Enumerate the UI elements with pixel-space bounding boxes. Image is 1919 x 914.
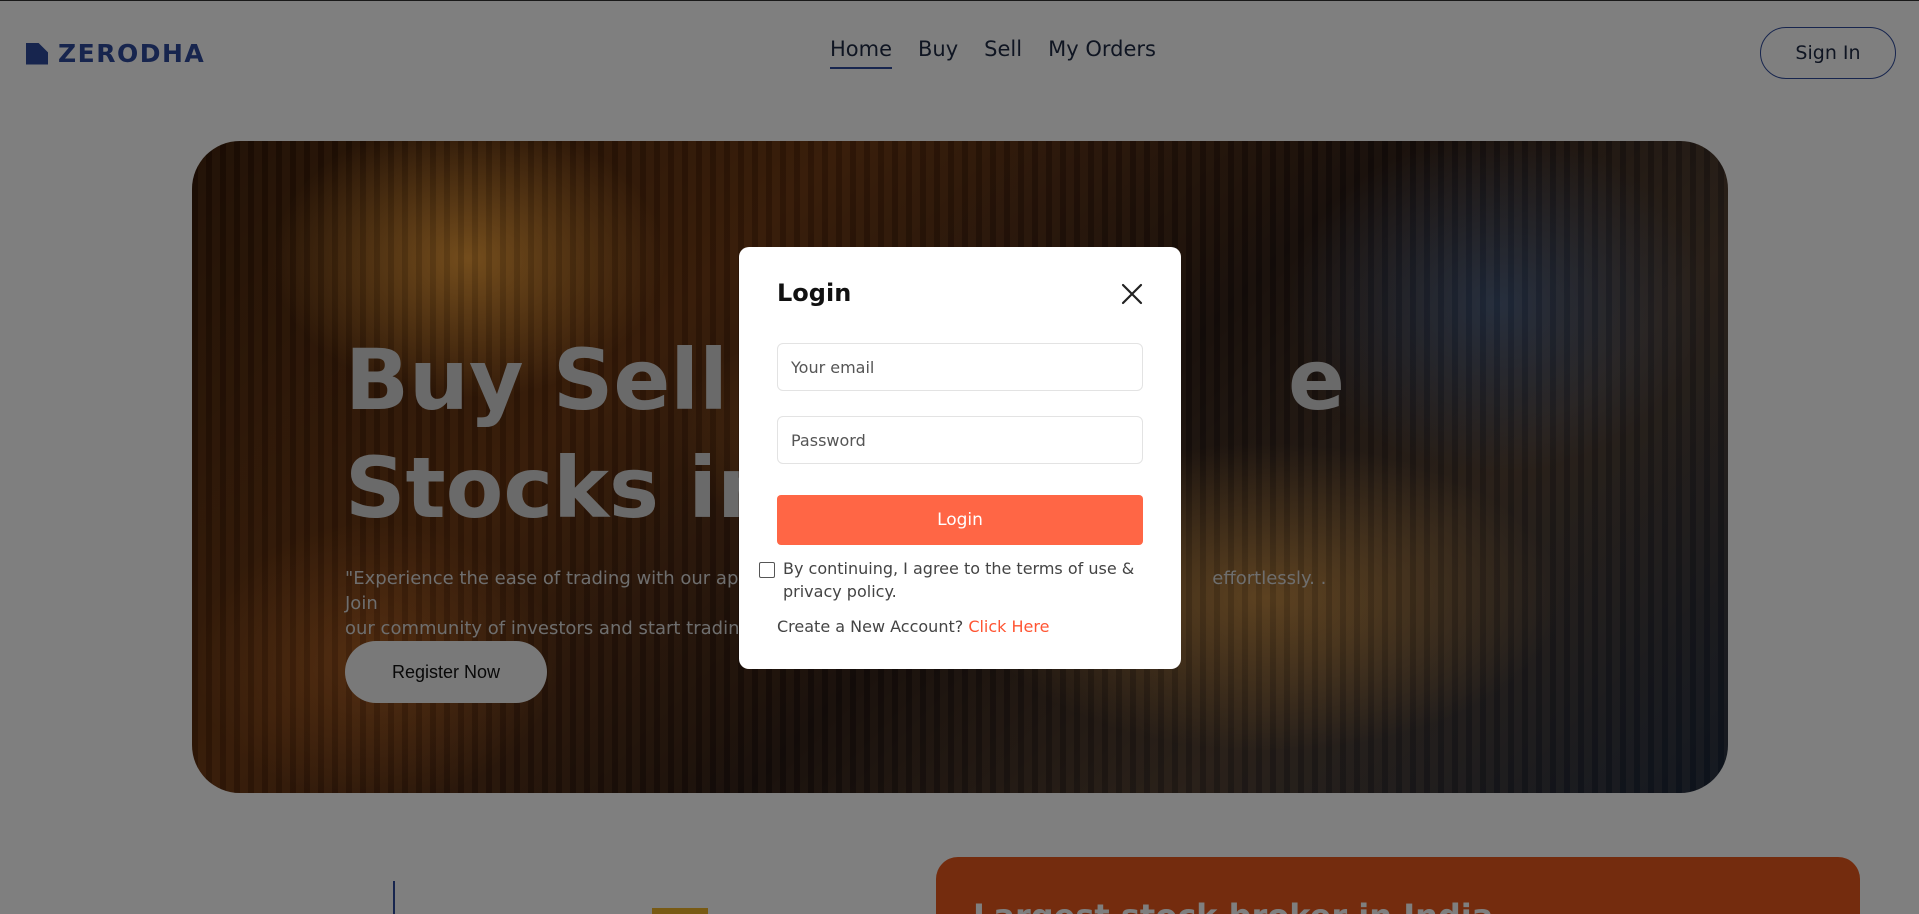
- close-icon[interactable]: [1119, 281, 1145, 307]
- create-account-link[interactable]: Click Here: [968, 617, 1049, 636]
- terms-agreement: By continuing, I agree to the terms of u…: [759, 557, 1149, 603]
- password-input[interactable]: [777, 416, 1143, 464]
- terms-text: By continuing, I agree to the terms of u…: [783, 559, 1135, 601]
- email-input[interactable]: [777, 343, 1143, 391]
- create-account-row: Create a New Account? Click Here: [777, 617, 1049, 636]
- create-account-text: Create a New Account?: [777, 617, 964, 636]
- terms-checkbox[interactable]: [759, 562, 775, 578]
- login-button[interactable]: Login: [777, 495, 1143, 545]
- login-modal: Login Login By continuing, I agree to th…: [739, 247, 1181, 669]
- modal-title: Login: [777, 279, 852, 307]
